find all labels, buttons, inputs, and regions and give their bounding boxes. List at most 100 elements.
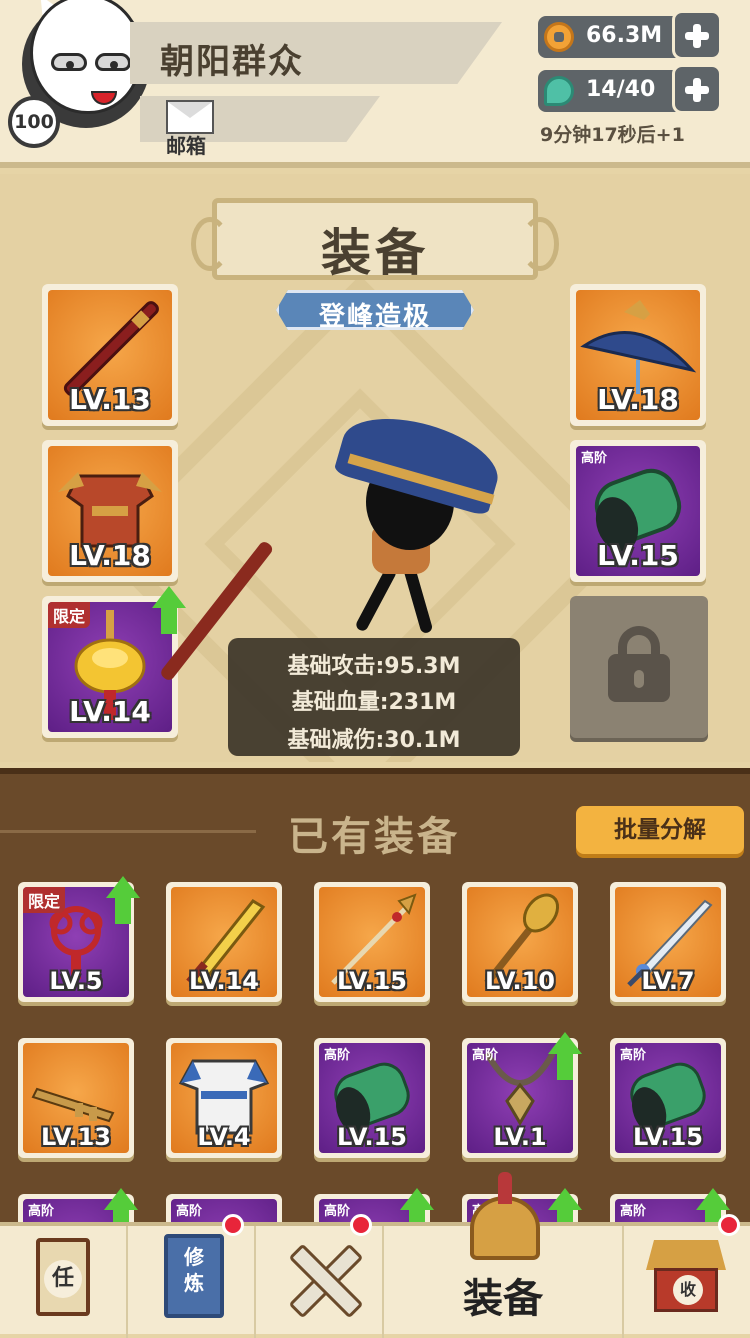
nav-tasks[interactable]: 任	[0, 1226, 128, 1338]
add-gold-button[interactable]	[672, 10, 722, 60]
inventory-item[interactable]: LV.4	[166, 1038, 282, 1158]
inventory-title: 已有装备	[288, 814, 460, 860]
inventory-item[interactable]: LV.15	[314, 882, 430, 1002]
slot-level: LV.14	[189, 967, 259, 995]
slot-tile: 高阶 LV.15	[576, 446, 700, 576]
lock-keyhole	[634, 670, 644, 688]
inventory-item[interactable]: LV.7	[610, 882, 726, 1002]
avatar-eye-left	[51, 53, 87, 71]
equip-slot-bracer[interactable]: 高阶 LV.15	[570, 440, 706, 582]
inventory-item[interactable]: LV.13	[18, 1038, 134, 1158]
slot-level: LV.4	[197, 1123, 251, 1151]
nav-cultivate[interactable]: 修炼	[128, 1214, 256, 1338]
slot-level: LV.15	[337, 1123, 407, 1151]
player-level-badge: 100	[8, 96, 60, 148]
avatar-mouth	[91, 91, 117, 105]
collect-house-icon: 收	[646, 1240, 726, 1314]
high-tier-tag: 高阶	[324, 1048, 351, 1063]
slot-level: LV.18	[69, 539, 151, 572]
slot-tile: LV.7	[615, 887, 721, 997]
energy-gem-icon	[544, 76, 574, 106]
nav-active-label: 装备	[463, 1276, 543, 1322]
upgrade-arrow-icon	[548, 1032, 582, 1080]
equipment-panel: 装备 登峰造极 LV.13 LV.18 限定 LV.14 LV.18 高阶 LV…	[0, 174, 750, 762]
slot-level: LV.13	[69, 383, 151, 416]
equip-slot-hat[interactable]: LV.18	[570, 284, 706, 426]
house-body: 收	[654, 1268, 718, 1312]
equip-slot-weapon[interactable]: LV.13	[42, 284, 178, 426]
high-tier-tag: 高阶	[620, 1204, 647, 1219]
collect-icon-char: 收	[673, 1275, 703, 1305]
gold-resource: 66.3M	[538, 10, 722, 60]
stat-hp: 基础血量:231M	[291, 690, 457, 715]
nav-battle[interactable]	[256, 1214, 384, 1338]
inventory-panel: 已有装备 批量分解 限定 LV.5 LV.14 LV.15 LV.10 LV.7…	[0, 768, 750, 1314]
limited-tag: 限定	[48, 602, 91, 628]
slot-level: LV.18	[597, 383, 679, 416]
equip-slot-armor[interactable]: LV.18	[42, 440, 178, 582]
rank-banner: 登峰造极	[276, 290, 474, 330]
equip-title-frame: 装备	[191, 198, 559, 282]
slot-tile: LV.18	[48, 446, 172, 576]
slot-tile: LV.14	[171, 887, 277, 997]
batch-dismantle-button[interactable]: 批量分解	[576, 806, 744, 854]
high-tier-tag: 高阶	[581, 451, 608, 466]
top-header: 100 朝阳群众 邮箱 66.3M 14/40 9分钟17秒后+1	[0, 0, 750, 168]
task-icon-char: 任	[44, 1260, 82, 1298]
player-name: 朝阳群众	[160, 42, 304, 82]
cultivate-book-icon: 修炼	[164, 1234, 224, 1318]
mail-label[interactable]: 邮箱	[166, 130, 206, 159]
high-tier-tag: 高阶	[176, 1204, 203, 1219]
coin-icon	[544, 22, 574, 52]
slot-level: LV.15	[633, 1123, 703, 1151]
slot-level: LV.14	[69, 695, 151, 728]
locked-slot[interactable]	[570, 596, 708, 738]
inventory-item[interactable]: 高阶 LV.15	[610, 1038, 726, 1158]
nav-equipment-active[interactable]: 装备	[384, 1172, 624, 1338]
slot-level: LV.5	[49, 967, 103, 995]
high-tier-tag: 高阶	[324, 1204, 351, 1219]
notification-dot	[222, 1214, 244, 1236]
slot-tile: LV.18	[576, 290, 700, 420]
slot-level: LV.13	[41, 1123, 111, 1151]
stats-box: 基础攻击:95.3M 基础血量:231M 基础减伤:30.1M	[228, 638, 520, 756]
mail-icon[interactable]	[166, 100, 214, 134]
add-energy-button[interactable]	[672, 64, 722, 114]
energy-resource: 14/40	[538, 64, 722, 114]
slot-tile: LV.4	[171, 1043, 277, 1153]
inventory-item[interactable]: 高阶 LV.15	[314, 1038, 430, 1158]
inventory-item[interactable]: LV.10	[462, 882, 578, 1002]
notification-dot	[350, 1214, 372, 1236]
slot-level: LV.1	[493, 1123, 547, 1151]
limited-tag: 限定	[23, 887, 66, 913]
notification-dot	[718, 1214, 740, 1236]
inventory-item[interactable]: LV.14	[166, 882, 282, 1002]
task-scroll-icon: 任	[36, 1238, 90, 1316]
slot-tile: LV.15	[319, 887, 425, 997]
avatar-eye-right	[95, 53, 131, 71]
gold-value: 66.3M	[586, 23, 663, 48]
helmet-icon	[470, 1172, 540, 1260]
energy-timer: 9分钟17秒后+1	[540, 124, 685, 146]
upgrade-arrow-icon	[152, 586, 186, 634]
high-tier-tag: 高阶	[472, 1048, 499, 1063]
slot-tile: 高阶 LV.15	[615, 1043, 721, 1153]
equip-title: 装备	[321, 224, 429, 282]
high-tier-tag: 高阶	[620, 1048, 647, 1063]
slot-level: LV.10	[485, 967, 555, 995]
avatar-face	[30, 0, 142, 114]
high-tier-tag: 高阶	[28, 1204, 55, 1219]
stat-attack: 基础攻击:95.3M	[287, 654, 461, 679]
slot-tile: 高阶 LV.15	[319, 1043, 425, 1153]
energy-value: 14/40	[586, 77, 656, 102]
slot-tile: LV.13	[48, 290, 172, 420]
slot-level: LV.15	[597, 539, 679, 572]
crossed-swords-icon	[286, 1242, 358, 1314]
upgrade-arrow-icon	[106, 876, 140, 924]
slot-tile: LV.13	[23, 1043, 129, 1153]
house-roof	[646, 1240, 726, 1270]
nav-collect[interactable]: 收	[624, 1214, 750, 1338]
cultivate-icon-text: 修炼	[184, 1245, 204, 1295]
slot-level: LV.7	[641, 967, 695, 995]
slot-tile: LV.10	[467, 887, 573, 997]
